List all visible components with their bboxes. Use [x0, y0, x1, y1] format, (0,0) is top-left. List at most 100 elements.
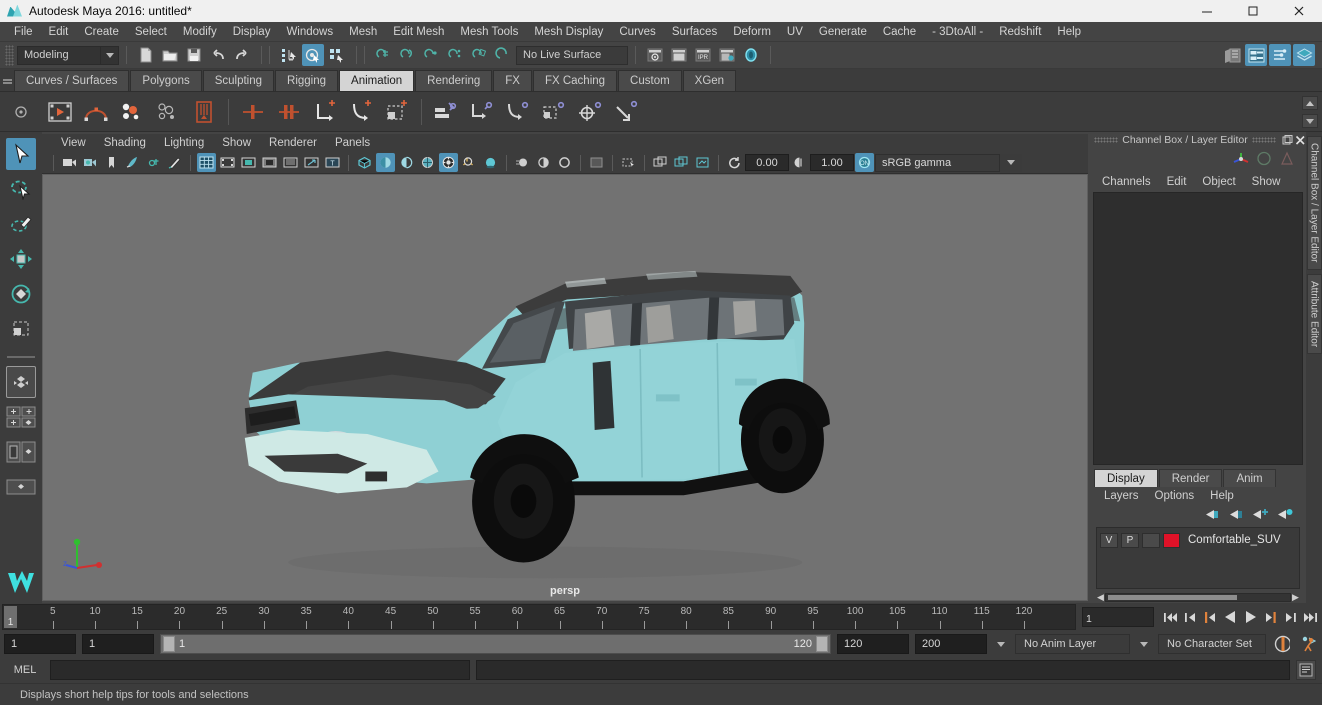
- layer-playback-toggle[interactable]: P: [1121, 532, 1139, 548]
- manipulator-icon[interactable]: [1233, 151, 1250, 169]
- constrain-pole-vector-icon[interactable]: [610, 96, 642, 128]
- script-language-label[interactable]: MEL: [6, 664, 44, 676]
- play-forwards-icon[interactable]: [1242, 607, 1258, 627]
- smooth-shading-icon[interactable]: [376, 153, 395, 172]
- shelf-scroll-buttons[interactable]: [1302, 96, 1318, 128]
- constrain-rotate-icon[interactable]: [502, 96, 534, 128]
- panel-drag-handle-right[interactable]: [1251, 137, 1276, 143]
- layer-tab-display[interactable]: Display: [1094, 469, 1158, 487]
- playblast-icon[interactable]: [44, 96, 76, 128]
- rotate-tool[interactable]: [6, 278, 36, 310]
- menu-mesh-tools[interactable]: Mesh Tools: [452, 22, 526, 42]
- select-by-object-icon[interactable]: [302, 44, 324, 66]
- ik-spline-handle-icon[interactable]: [466, 96, 498, 128]
- viewport-menu-lighting[interactable]: Lighting: [155, 134, 213, 152]
- sphere-icon[interactable]: [1256, 151, 1273, 169]
- shelf-tab-curves-surfaces[interactable]: Curves / Surfaces: [14, 70, 130, 91]
- render-settings-icon[interactable]: [716, 44, 738, 66]
- side-tab-attribute-editor[interactable]: Attribute Editor: [1306, 273, 1322, 354]
- viewport-menu-show[interactable]: Show: [213, 134, 260, 152]
- film-gate-icon[interactable]: [218, 153, 237, 172]
- multisample-icon[interactable]: [534, 153, 553, 172]
- viewport-menu-view[interactable]: View: [52, 134, 95, 152]
- gamma-value-field[interactable]: 1.00: [810, 154, 854, 171]
- xray-joints-icon[interactable]: [619, 153, 638, 172]
- set-key-icon[interactable]: [237, 96, 269, 128]
- menu-select[interactable]: Select: [127, 22, 175, 42]
- scrollbar-thumb[interactable]: [1108, 595, 1237, 600]
- constrain-aim-icon[interactable]: [574, 96, 606, 128]
- shelf-tab-animation[interactable]: Animation: [339, 70, 415, 91]
- viewport-menu-renderer[interactable]: Renderer: [260, 134, 326, 152]
- menu-create[interactable]: Create: [76, 22, 127, 42]
- anim-layer-field[interactable]: No Anim Layer: [1015, 634, 1130, 654]
- save-scene-icon[interactable]: [183, 44, 205, 66]
- step-forward-frame-icon[interactable]: [1262, 607, 1278, 627]
- character-set-field[interactable]: No Character Set: [1158, 634, 1266, 654]
- single-perspective-layout[interactable]: [6, 366, 36, 398]
- menuset-selector[interactable]: Modeling: [17, 45, 101, 65]
- gamma-reset-icon[interactable]: [790, 153, 809, 172]
- xray-icon[interactable]: [587, 153, 606, 172]
- playback-start-time-field[interactable]: 1: [82, 634, 154, 654]
- viewport-menu-panels[interactable]: Panels: [326, 134, 379, 152]
- grid-toggle-icon[interactable]: [197, 153, 216, 172]
- move-layer-down-icon[interactable]: [1228, 508, 1244, 524]
- wireframe-shading-icon[interactable]: [355, 153, 374, 172]
- shelf-tab-fx-caching[interactable]: FX Caching: [532, 70, 618, 91]
- shelf-grip[interactable]: [0, 68, 14, 91]
- redo-icon[interactable]: [231, 44, 253, 66]
- grease-pencil-icon[interactable]: [165, 153, 184, 172]
- script-editor-icon[interactable]: [1296, 660, 1316, 680]
- channel-box-content[interactable]: [1093, 192, 1303, 465]
- layer-color-swatch[interactable]: [1163, 532, 1180, 548]
- menu-generate[interactable]: Generate: [811, 22, 875, 42]
- scrollbar-track[interactable]: [1105, 593, 1291, 602]
- layer-menu-options[interactable]: Options: [1147, 490, 1203, 502]
- layer-menu-help[interactable]: Help: [1202, 490, 1242, 502]
- set-key-particles-icon[interactable]: [116, 96, 148, 128]
- step-back-frame-icon[interactable]: [1202, 607, 1218, 627]
- undock-icon[interactable]: [1282, 134, 1293, 147]
- tool-settings-icon[interactable]: [1269, 44, 1291, 66]
- camera-attributes-icon[interactable]: [81, 153, 100, 172]
- channel-box-icon[interactable]: [1293, 44, 1315, 66]
- menu-uv[interactable]: UV: [779, 22, 811, 42]
- select-by-component-icon[interactable]: [326, 44, 348, 66]
- scroll-left-icon[interactable]: ◀: [1096, 592, 1105, 603]
- undo-icon[interactable]: [207, 44, 229, 66]
- cone-icon[interactable]: [1279, 151, 1296, 169]
- current-time-field[interactable]: 1: [1082, 607, 1154, 627]
- snap-to-point-icon[interactable]: [421, 44, 443, 66]
- animation-preferences-icon[interactable]: [1300, 634, 1316, 654]
- ik-handle-icon[interactable]: [430, 96, 462, 128]
- shelf-tab-fx[interactable]: FX: [493, 70, 532, 91]
- panel-drag-handle[interactable]: [1094, 137, 1119, 143]
- layer-row[interactable]: V P Comfortable_SUV: [1100, 532, 1296, 548]
- shelf-tab-sculpting[interactable]: Sculpting: [202, 70, 275, 91]
- isolate-select-icon[interactable]: [555, 153, 574, 172]
- step-back-keyframe-icon[interactable]: [1182, 607, 1198, 627]
- scale-tool[interactable]: [6, 313, 36, 345]
- anim-end-time-field[interactable]: 200: [915, 634, 987, 654]
- layer-list-scrollbar[interactable]: ◀ ▶: [1096, 592, 1300, 603]
- menu-redshift[interactable]: Redshift: [991, 22, 1049, 42]
- menu-cache[interactable]: Cache: [875, 22, 924, 42]
- side-tab-channel-box[interactable]: Channel Box / Layer Editor: [1306, 136, 1322, 270]
- four-view-layout[interactable]: [6, 401, 36, 433]
- select-tool[interactable]: [6, 138, 36, 170]
- motion-blur-icon[interactable]: [513, 153, 532, 172]
- menu-help[interactable]: Help: [1049, 22, 1089, 42]
- menu-edit-mesh[interactable]: Edit Mesh: [385, 22, 452, 42]
- shelf-tab-xgen[interactable]: XGen: [682, 70, 737, 91]
- menuset-chevron-down-icon[interactable]: [101, 45, 119, 65]
- shelf-options-button[interactable]: [0, 92, 42, 132]
- exposure-reset-icon[interactable]: [725, 153, 744, 172]
- set-key-select-icon[interactable]: [381, 96, 413, 128]
- range-slider-bar[interactable]: 1 120: [160, 634, 831, 654]
- menu-deform[interactable]: Deform: [725, 22, 779, 42]
- persp-outliner-layout[interactable]: [6, 436, 36, 468]
- menu-mesh-display[interactable]: Mesh Display: [526, 22, 611, 42]
- exposure-value-field[interactable]: 0.00: [745, 154, 789, 171]
- snap-to-projected-center-icon[interactable]: [445, 44, 467, 66]
